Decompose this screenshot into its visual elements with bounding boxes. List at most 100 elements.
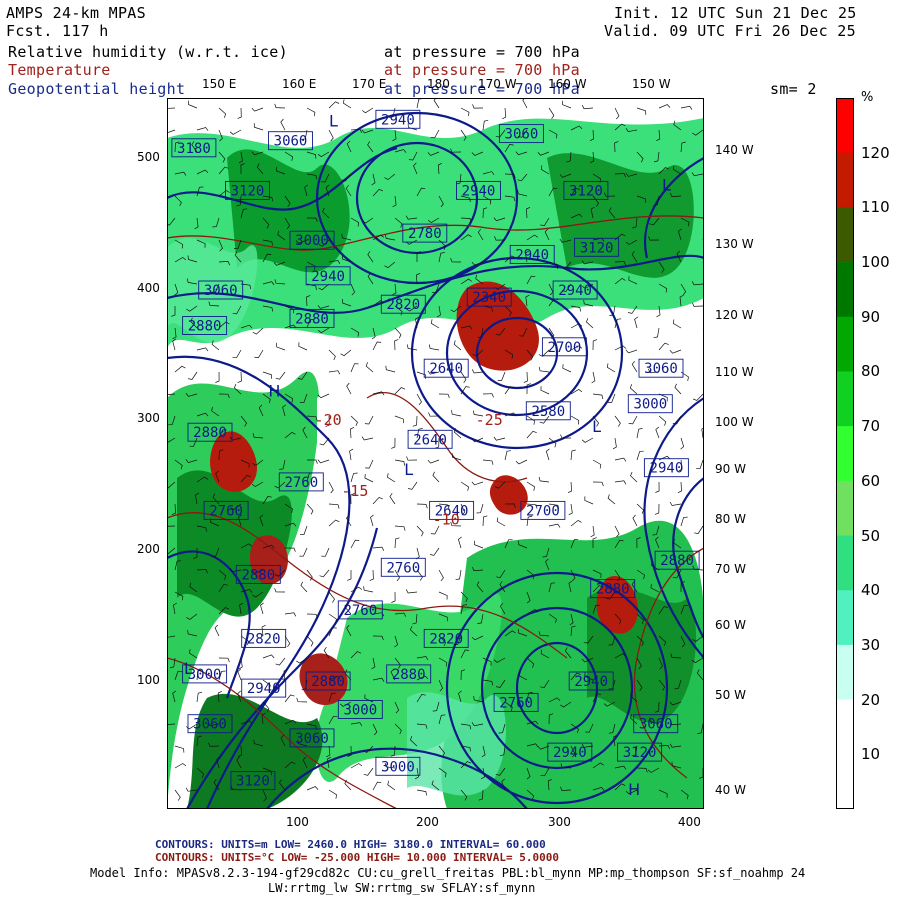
right-lon-label: 80 W	[715, 512, 746, 526]
weather-map-plot: 3180 3060 2940 3060 3120 3120 2940 3000 2780 3120…	[167, 98, 704, 809]
field-temp-name: Temperature	[8, 61, 111, 79]
temperature-label: -20	[315, 411, 342, 429]
temperature-label: -15	[341, 482, 368, 500]
x-tick-label: 300	[548, 815, 571, 829]
height-label: 2820	[247, 631, 281, 647]
colorbar-label: 30	[861, 636, 881, 654]
height-label: 2880	[295, 311, 329, 327]
height-label: 2580	[531, 404, 565, 420]
field-rh-name: Relative humidity (w.r.t. ice)	[8, 43, 288, 61]
colorbar-swatch	[836, 426, 854, 482]
temperature-contour-info: CONTOURS: UNITS=°C LOW= -25.000 HIGH= 10…	[155, 851, 559, 864]
height-label: 3060	[644, 361, 678, 377]
colorbar-label: 50	[861, 527, 881, 545]
x-tick-label: 400	[678, 815, 701, 829]
height-label: 2880	[660, 553, 694, 569]
pressure-center-label: L	[184, 659, 193, 678]
height-label: 2880	[241, 567, 275, 583]
right-lon-label: 120 W	[715, 308, 754, 322]
right-lon-label: 70 W	[715, 562, 746, 576]
top-lon-label: 180	[427, 77, 450, 91]
colorbar-swatch	[836, 644, 854, 700]
right-lon-label: 100 W	[715, 415, 754, 429]
y-tick-label: 100	[137, 673, 160, 687]
right-lon-label: 130 W	[715, 237, 754, 251]
height-label: 2760	[284, 475, 318, 491]
temperature-label: -25	[476, 411, 503, 429]
smoothing-label: sm= 2	[770, 80, 817, 98]
height-label: 2940	[311, 269, 345, 285]
height-label: 3120	[569, 183, 603, 199]
pressure-center-label: L	[592, 417, 601, 436]
init-time: Init. 12 UTC Sun 21 Dec 25	[614, 4, 857, 22]
colorbar-swatch	[836, 535, 854, 591]
height-label: 3060	[295, 731, 329, 747]
colorbar-label: 110	[861, 198, 890, 216]
height-label: 2940	[574, 674, 608, 690]
y-tick-label: 500	[137, 150, 160, 164]
height-label: 3000	[295, 233, 329, 249]
x-tick-label: 200	[416, 815, 439, 829]
height-label: 3060	[505, 127, 539, 143]
height-label: 3120	[231, 183, 265, 199]
height-label: 2780	[408, 226, 442, 242]
colorbar-swatch	[836, 98, 854, 153]
right-lon-label: 140 W	[715, 143, 754, 157]
right-lon-label: 40 W	[715, 783, 746, 797]
colorbar-label: 40	[861, 581, 881, 599]
height-label: 2940	[515, 247, 549, 263]
colorbar-label: 60	[861, 472, 881, 490]
x-tick-label: 100	[286, 815, 309, 829]
colorbar-swatch	[836, 480, 854, 536]
colorbar-label: 90	[861, 308, 881, 326]
pressure-center-label: L	[329, 111, 338, 130]
height-label: 2760	[343, 603, 377, 619]
field-height-name: Geopotential height	[8, 80, 186, 98]
right-lon-label: 90 W	[715, 462, 746, 476]
right-lon-label: 50 W	[715, 688, 746, 702]
height-label: 2640	[413, 432, 447, 448]
colorbar-label: 10	[861, 745, 881, 763]
height-label: 3060	[204, 283, 238, 299]
colorbar-swatch	[836, 316, 854, 372]
height-label: 2940	[558, 283, 592, 299]
height-label: 2940	[650, 461, 684, 477]
height-label: 3060	[274, 134, 308, 150]
colorbar-swatch	[836, 590, 854, 646]
y-tick-label: 300	[137, 411, 160, 425]
height-label: 2700	[526, 503, 560, 519]
height-label: 2760	[209, 503, 243, 519]
top-lon-label: 160 E	[282, 77, 317, 91]
valid-time: Valid. 09 UTC Fri 26 Dec 25	[604, 22, 856, 40]
colorbar-swatch	[836, 262, 854, 318]
colorbar-label: 80	[861, 362, 881, 380]
height-label: 2880	[596, 582, 630, 598]
height-label: 2880	[193, 425, 227, 441]
height-contour-info: CONTOURS: UNITS=m LOW= 2460.0 HIGH= 3180…	[155, 838, 546, 851]
pressure-center-label: L	[404, 460, 413, 479]
height-label: 3120	[580, 240, 614, 256]
height-label: 3000	[343, 703, 377, 719]
height-label: 2940	[247, 681, 281, 697]
model-info-line2: LW:rrtmg_lw SW:rrtmg_sw SFLAY:sf_mynn	[268, 881, 536, 895]
colorbar-label: 100	[861, 253, 890, 271]
pressure-center-label: L	[662, 175, 671, 194]
height-label: 3120	[236, 774, 270, 790]
field-rh-level: at pressure = 700 hPa	[384, 43, 580, 61]
colorbar-label: 20	[861, 691, 881, 709]
height-label: 2700	[548, 340, 582, 356]
height-label: 2760	[499, 695, 533, 711]
height-label: 2880	[311, 674, 345, 690]
top-lon-label: 160 W	[548, 77, 587, 91]
top-lon-label: 150 W	[632, 77, 671, 91]
forecast-hour: Fcst. 117 h	[6, 22, 109, 40]
colorbar-swatch	[836, 207, 854, 263]
temperature-label: -10	[433, 511, 460, 529]
colorbar-swatch	[836, 754, 854, 809]
y-tick-label: 400	[137, 281, 160, 295]
height-label: 2340	[472, 290, 506, 306]
height-label: 2760	[386, 560, 420, 576]
height-label: 2940	[462, 183, 496, 199]
top-lon-label: 170 E	[352, 77, 387, 91]
height-label: 2820	[386, 297, 420, 313]
